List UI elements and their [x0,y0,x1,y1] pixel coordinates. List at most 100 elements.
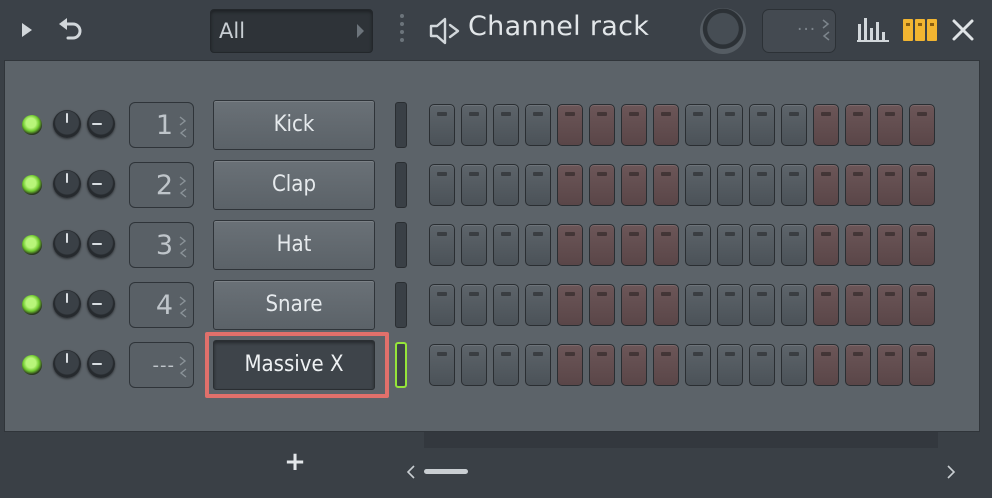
step-button[interactable] [493,224,519,266]
scroll-right-icon[interactable] [944,463,958,481]
channel-mute-led[interactable] [22,295,42,315]
step-button[interactable] [429,164,455,206]
channel-volume-knob[interactable] [53,170,81,198]
step-button[interactable] [781,224,807,266]
channel-pan-knob[interactable] [87,350,115,378]
step-button[interactable] [461,224,487,266]
channel-mute-led[interactable] [22,235,42,255]
step-button[interactable] [525,104,551,146]
step-button[interactable] [461,344,487,386]
step-button[interactable] [845,344,871,386]
channel-select-indicator[interactable] [395,222,407,268]
speaker-icon[interactable] [428,15,460,47]
step-button[interactable] [749,164,775,206]
channel-select-indicator[interactable] [395,102,407,148]
step-button[interactable] [429,224,455,266]
step-button[interactable] [589,344,615,386]
step-button[interactable] [685,344,711,386]
step-button[interactable] [557,104,583,146]
mixer-track-selector[interactable]: 1 [129,102,194,148]
step-button[interactable] [813,284,839,326]
graph-editor-icon[interactable] [856,15,890,43]
step-button[interactable] [557,344,583,386]
step-button[interactable] [685,164,711,206]
horizontal-scrollbar-track[interactable] [424,432,938,448]
step-button[interactable] [493,104,519,146]
mixer-track-selector[interactable]: 4 [129,282,194,328]
step-button[interactable] [877,284,903,326]
step-button[interactable] [749,284,775,326]
step-button[interactable] [717,224,743,266]
step-button[interactable] [845,104,871,146]
scrollbar-thumb[interactable] [424,469,468,474]
step-button[interactable] [749,224,775,266]
step-button[interactable] [781,104,807,146]
scroll-left-icon[interactable] [404,463,418,481]
step-button[interactable] [557,224,583,266]
step-button[interactable] [909,344,935,386]
channel-volume-knob[interactable] [53,230,81,258]
channel-volume-knob[interactable] [53,290,81,318]
step-button[interactable] [685,224,711,266]
step-button[interactable] [525,164,551,206]
channel-name-button[interactable]: Clap [213,160,375,210]
step-button[interactable] [461,284,487,326]
step-button[interactable] [877,104,903,146]
channel-name-button[interactable]: Kick [213,100,375,150]
step-button[interactable] [845,164,871,206]
channel-select-indicator[interactable] [395,282,407,328]
step-button[interactable] [589,284,615,326]
step-button[interactable] [493,284,519,326]
step-button[interactable] [653,104,679,146]
step-button[interactable] [429,344,455,386]
channel-select-indicator[interactable] [395,162,407,208]
step-button[interactable] [877,164,903,206]
mixer-track-selector[interactable]: --- [129,342,194,388]
step-button[interactable] [621,344,647,386]
step-button[interactable] [685,104,711,146]
channel-pan-knob[interactable] [87,170,115,198]
step-button[interactable] [781,344,807,386]
step-button[interactable] [621,164,647,206]
step-button[interactable] [813,344,839,386]
step-button[interactable] [909,104,935,146]
step-button[interactable] [557,164,583,206]
step-button[interactable] [589,164,615,206]
step-button[interactable] [813,224,839,266]
step-button[interactable] [653,344,679,386]
step-button[interactable] [589,224,615,266]
step-button[interactable] [813,164,839,206]
step-button[interactable] [877,344,903,386]
step-button[interactable] [749,104,775,146]
step-sequencer-icon[interactable] [903,19,937,41]
step-button[interactable] [845,284,871,326]
step-button[interactable] [877,224,903,266]
step-button[interactable] [525,344,551,386]
step-button[interactable] [813,104,839,146]
step-button[interactable] [525,284,551,326]
step-button[interactable] [621,224,647,266]
step-button[interactable] [685,284,711,326]
channel-volume-knob[interactable] [53,110,81,138]
step-button[interactable] [909,224,935,266]
add-channel-button[interactable]: + [282,449,308,475]
step-button[interactable] [525,224,551,266]
channel-volume-knob[interactable] [53,350,81,378]
swing-knob[interactable] [700,8,746,54]
step-button[interactable] [717,284,743,326]
mixer-track-selector[interactable]: 3 [129,222,194,268]
channel-pan-knob[interactable] [87,290,115,318]
step-button[interactable] [653,284,679,326]
channel-filter-dropdown[interactable]: All [210,9,373,53]
step-button[interactable] [909,284,935,326]
channel-mute-led[interactable] [22,115,42,135]
channel-select-indicator[interactable] [395,342,407,388]
step-button[interactable] [781,164,807,206]
channel-mute-led[interactable] [22,355,42,375]
step-button[interactable] [461,164,487,206]
close-icon[interactable] [951,18,975,42]
drag-grip-icon[interactable] [399,14,405,46]
step-button[interactable] [429,284,455,326]
play-arrow-icon[interactable] [18,18,36,42]
step-button[interactable] [621,284,647,326]
